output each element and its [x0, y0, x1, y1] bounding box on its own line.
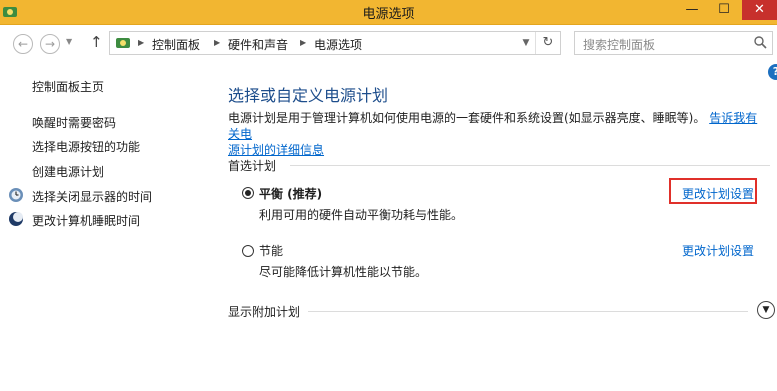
- expand-chevron-icon[interactable]: ▼: [757, 301, 775, 319]
- search-placeholder: 搜索控制面板: [583, 38, 656, 52]
- recent-pages-dropdown-icon[interactable]: ▼: [66, 37, 72, 46]
- search-input[interactable]: 搜索控制面板: [574, 31, 773, 55]
- moon-icon: [9, 212, 23, 226]
- refresh-button[interactable]: ↻: [535, 32, 560, 54]
- sidebar-item-wake-password[interactable]: 唤醒时需要密码: [32, 114, 116, 131]
- back-button[interactable]: ←: [13, 34, 33, 54]
- navigation-bar: ← → ▼ ↑ ▶ 控制面板 ▶ 硬件和声音 ▶ 电源选项 ▼ ↻ 搜索控制面板: [0, 25, 777, 61]
- page-title: 选择或自定义电源计划: [228, 86, 389, 105]
- sidebar-home-link[interactable]: 控制面板主页: [32, 78, 104, 95]
- breadcrumb-hardware-sound[interactable]: 硬件和声音: [228, 36, 288, 53]
- sidebar-item-sleep-time[interactable]: 更改计算机睡眠时间: [32, 212, 140, 229]
- section-divider: [308, 311, 748, 312]
- sidebar-item-create-plan[interactable]: 创建电源计划: [32, 163, 104, 180]
- chevron-right-icon[interactable]: ▶: [138, 38, 144, 47]
- page-description: 电源计划是用于管理计算机如何使用电源的一套硬件和系统设置(如显示器亮度、睡眠等)…: [228, 110, 768, 158]
- up-button[interactable]: ↑: [90, 33, 103, 51]
- highlight-annotation: [669, 178, 757, 204]
- sidebar-item-display-off[interactable]: 选择关闭显示器的时间: [32, 188, 152, 205]
- address-dropdown-icon[interactable]: ▼: [517, 32, 535, 54]
- power-saver-plan-name[interactable]: 节能: [259, 242, 283, 259]
- power-plan-help-link-continued[interactable]: 源计划的详细信息: [228, 143, 324, 157]
- chevron-right-icon[interactable]: ▶: [214, 38, 220, 47]
- change-plan-settings-link[interactable]: 更改计划设置: [682, 242, 754, 259]
- close-button[interactable]: ✕: [742, 0, 777, 20]
- breadcrumb-power-options[interactable]: 电源选项: [314, 36, 362, 53]
- breadcrumb-control-panel[interactable]: 控制面板: [152, 36, 200, 53]
- power-saver-plan-description: 尽可能降低计算机性能以节能。: [259, 265, 428, 279]
- power-saver-plan-radio[interactable]: [242, 245, 254, 257]
- section-divider: [290, 165, 770, 166]
- minimize-button[interactable]: —: [677, 0, 707, 20]
- balanced-plan-name[interactable]: 平衡 (推荐): [259, 185, 322, 202]
- balanced-plan-description: 利用可用的硬件自动平衡功耗与性能。: [259, 208, 464, 222]
- control-panel-icon: [116, 38, 130, 48]
- forward-button[interactable]: →: [40, 34, 60, 54]
- description-text: 电源计划是用于管理计算机如何使用电源的一套硬件和系统设置(如显示器亮度、睡眠等)…: [228, 111, 706, 125]
- window-title: 电源选项: [362, 7, 415, 22]
- sidebar-item-power-buttons[interactable]: 选择电源按钮的功能: [32, 138, 140, 155]
- address-bar[interactable]: ▶ 控制面板 ▶ 硬件和声音 ▶ 电源选项 ▼ ↻: [109, 31, 561, 55]
- balanced-plan-radio[interactable]: [242, 187, 254, 199]
- help-icon[interactable]: ?: [768, 64, 777, 80]
- search-icon[interactable]: [754, 36, 767, 49]
- additional-plans-heading[interactable]: 显示附加计划: [228, 303, 300, 320]
- radio-selected-dot: [245, 190, 251, 196]
- title-bar: 电源选项 — ☐ ✕: [0, 0, 777, 25]
- preferred-plans-heading: 首选计划: [228, 159, 277, 173]
- monitor-icon: [9, 188, 23, 202]
- maximize-button[interactable]: ☐: [709, 0, 739, 20]
- chevron-right-icon[interactable]: ▶: [300, 38, 306, 47]
